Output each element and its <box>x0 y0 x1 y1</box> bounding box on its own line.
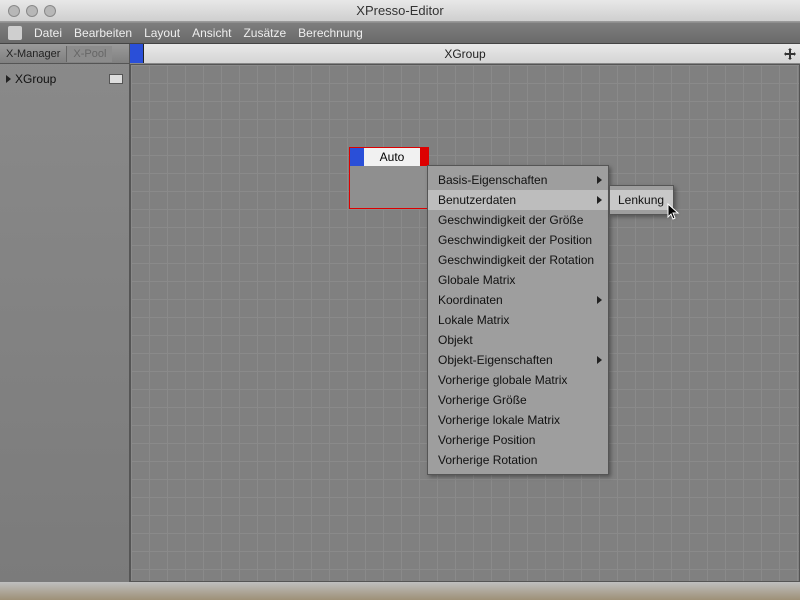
menu-item-vorherige-lokale-matrix[interactable]: Vorherige lokale Matrix <box>428 410 608 430</box>
disclosure-triangle-icon[interactable] <box>6 75 11 83</box>
node-canvas[interactable]: Auto Basis-Eigenschaften Benutzerdaten G… <box>130 64 800 582</box>
tab-x-manager[interactable]: X-Manager <box>0 46 66 62</box>
menu-layout[interactable]: Layout <box>144 26 180 40</box>
menu-item-label: Geschwindigkeit der Rotation <box>438 253 594 267</box>
menu-item-geschwindigkeit-position[interactable]: Geschwindigkeit der Position <box>428 230 608 250</box>
menu-item-geschwindigkeit-groesse[interactable]: Geschwindigkeit der Größe <box>428 210 608 230</box>
canvas-wrap: XGroup Auto Basis-Eigenschaften <box>130 44 800 582</box>
menu-item-label: Vorherige Größe <box>438 393 527 407</box>
menu-item-label: Vorherige lokale Matrix <box>438 413 560 427</box>
menu-item-label: Lokale Matrix <box>438 313 509 327</box>
menu-item-vorherige-globale-matrix[interactable]: Vorherige globale Matrix <box>428 370 608 390</box>
panel-content: XGroup <box>0 64 129 94</box>
menu-ansicht[interactable]: Ansicht <box>192 26 231 40</box>
node-auto[interactable]: Auto <box>349 147 429 209</box>
menu-item-geschwindigkeit-rotation[interactable]: Geschwindigkeit der Rotation <box>428 250 608 270</box>
canvas-header-move-icon[interactable] <box>780 44 800 63</box>
submenu-arrow-icon <box>597 356 602 364</box>
menu-item-label: Vorherige Position <box>438 433 535 447</box>
menubar: Datei Bearbeiten Layout Ansicht Zusätze … <box>0 22 800 44</box>
menu-item-objekt-eigenschaften[interactable]: Objekt-Eigenschaften <box>428 350 608 370</box>
tab-x-pool[interactable]: X-Pool <box>66 46 112 62</box>
menu-item-benutzerdaten[interactable]: Benutzerdaten <box>428 190 608 210</box>
submenu-item-label: Lenkung <box>618 193 664 207</box>
tree-item-icon <box>109 74 123 84</box>
menu-item-vorherige-groesse[interactable]: Vorherige Größe <box>428 390 608 410</box>
panel-tabs: X-Manager X-Pool <box>0 44 129 64</box>
menu-item-label: Koordinaten <box>438 293 503 307</box>
node-title: Auto <box>364 148 420 166</box>
app-icon <box>8 26 22 40</box>
submenu-arrow-icon <box>597 296 602 304</box>
menu-zusaetze[interactable]: Zusätze <box>243 26 286 40</box>
canvas-header-left-port[interactable] <box>130 44 144 63</box>
window-title: XPresso-Editor <box>0 3 800 18</box>
submenu-arrow-icon <box>597 196 602 204</box>
menu-item-lokale-matrix[interactable]: Lokale Matrix <box>428 310 608 330</box>
workspace: X-Manager X-Pool XGroup XGroup Aut <box>0 44 800 582</box>
menu-item-label: Objekt <box>438 333 473 347</box>
tree-item-label: XGroup <box>15 72 56 86</box>
menu-item-label: Geschwindigkeit der Position <box>438 233 592 247</box>
menu-datei[interactable]: Datei <box>34 26 62 40</box>
menu-item-koordinaten[interactable]: Koordinaten <box>428 290 608 310</box>
menu-item-label: Vorherige Rotation <box>438 453 537 467</box>
menu-bearbeiten[interactable]: Bearbeiten <box>74 26 132 40</box>
bottom-strip <box>0 582 800 600</box>
menu-berechnung[interactable]: Berechnung <box>298 26 363 40</box>
context-submenu: Lenkung <box>609 185 674 215</box>
menu-item-label: Basis-Eigenschaften <box>438 173 547 187</box>
tree-item-xgroup[interactable]: XGroup <box>4 70 125 88</box>
left-panel: X-Manager X-Pool XGroup <box>0 44 130 582</box>
menu-item-vorherige-rotation[interactable]: Vorherige Rotation <box>428 450 608 470</box>
node-input-port[interactable] <box>350 148 364 166</box>
node-header[interactable]: Auto <box>350 148 428 166</box>
node-output-port[interactable] <box>420 148 428 166</box>
menu-item-globale-matrix[interactable]: Globale Matrix <box>428 270 608 290</box>
canvas-title: XGroup <box>444 47 485 61</box>
node-body <box>350 166 428 208</box>
cursor-icon <box>667 203 681 221</box>
menu-item-label: Geschwindigkeit der Größe <box>438 213 583 227</box>
window-titlebar: XPresso-Editor <box>0 0 800 22</box>
canvas-header: XGroup <box>130 44 800 64</box>
menu-item-label: Benutzerdaten <box>438 193 516 207</box>
menu-item-label: Objekt-Eigenschaften <box>438 353 553 367</box>
menu-item-label: Globale Matrix <box>438 273 515 287</box>
menu-item-vorherige-position[interactable]: Vorherige Position <box>428 430 608 450</box>
menu-item-basis-eigenschaften[interactable]: Basis-Eigenschaften <box>428 170 608 190</box>
menu-item-objekt[interactable]: Objekt <box>428 330 608 350</box>
context-menu: Basis-Eigenschaften Benutzerdaten Geschw… <box>427 165 609 475</box>
menu-item-label: Vorherige globale Matrix <box>438 373 567 387</box>
submenu-arrow-icon <box>597 176 602 184</box>
submenu-item-lenkung[interactable]: Lenkung <box>610 190 673 210</box>
